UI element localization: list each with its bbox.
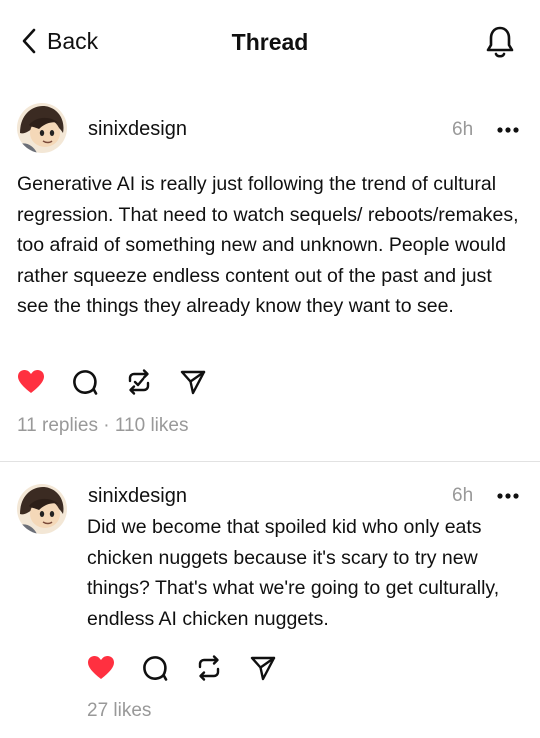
share-icon[interactable] [249, 654, 277, 682]
likes-count[interactable]: 110 likes [115, 415, 189, 436]
avatar[interactable] [17, 484, 67, 534]
page-title: Thread [231, 29, 309, 55]
post-username[interactable]: sinixdesign [88, 484, 187, 508]
post-time: 6h [452, 485, 474, 506]
comment-icon[interactable] [141, 654, 169, 682]
replies-count[interactable]: 11 replies [17, 415, 98, 436]
repost-icon[interactable] [125, 368, 153, 396]
heart-icon[interactable] [87, 654, 115, 682]
stats-separator: · [103, 415, 110, 436]
share-icon[interactable] [179, 368, 207, 396]
post-time: 6h [452, 119, 474, 140]
avatar-illustration [17, 484, 67, 534]
post-actions [87, 654, 277, 682]
avatar-illustration [17, 103, 67, 153]
post-text: Did we become that spoiled kid who only … [87, 516, 500, 630]
heart-icon[interactable] [17, 368, 45, 396]
likes-count[interactable]: 27 likes [87, 699, 151, 723]
more-options-icon[interactable] [496, 492, 520, 500]
bell-icon[interactable] [484, 24, 516, 60]
nav-header: Back Thread [0, 0, 540, 84]
post-actions [17, 368, 207, 396]
post-text: Generative AI is really just following t… [17, 173, 519, 317]
post-username[interactable]: sinixdesign [88, 117, 187, 141]
comment-icon[interactable] [71, 368, 99, 396]
avatar[interactable] [17, 103, 67, 153]
post-stats: 11 replies · 110 likes [17, 414, 188, 438]
divider [0, 461, 540, 462]
more-options-icon[interactable] [496, 126, 520, 134]
repost-icon[interactable] [195, 654, 223, 682]
